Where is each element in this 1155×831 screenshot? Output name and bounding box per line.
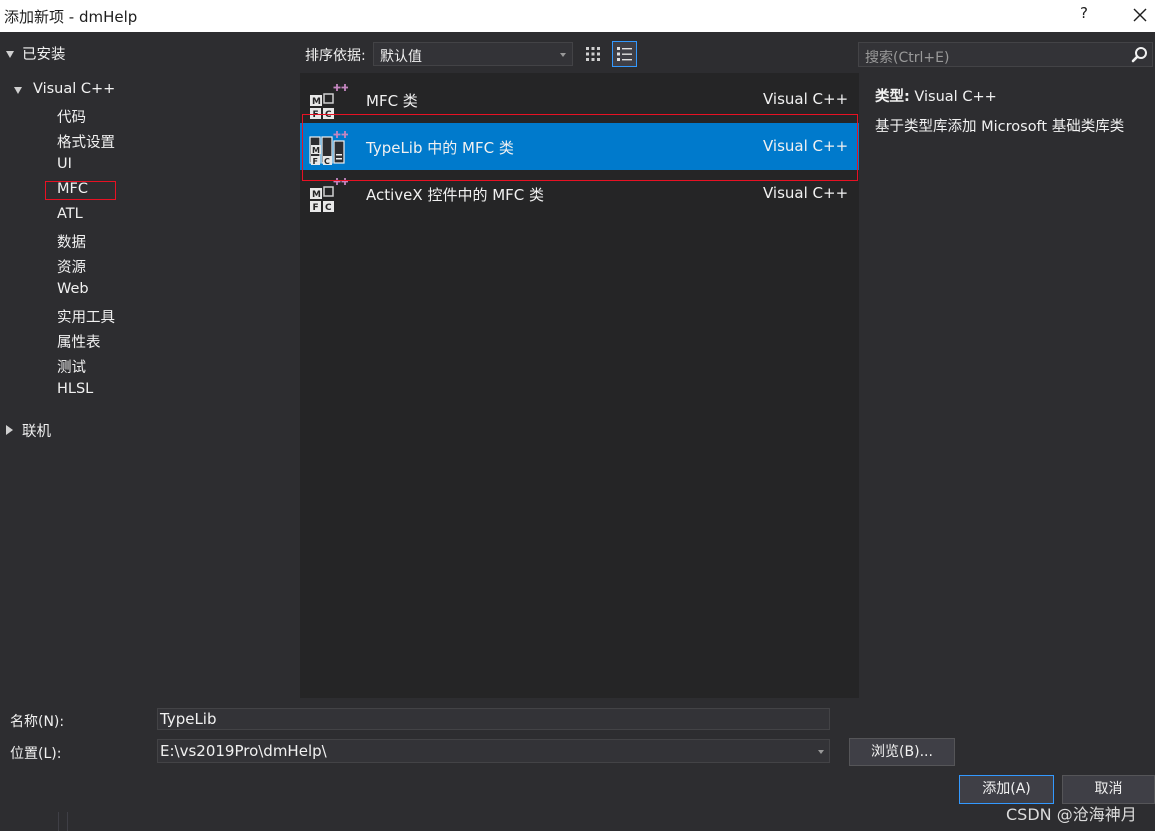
name-label: 名称(N): [10,714,65,730]
tree-installed-label: 已安装 [22,47,66,63]
annotation-box-selected-template [302,114,858,181]
tree-item-test[interactable]: 测试 [57,356,86,378]
tree-item-web[interactable]: Web [57,281,89,303]
tree-item-atl[interactable]: ATL [57,206,83,228]
info-description: 基于类型库添加 Microsoft 基础类库类 [875,119,1125,135]
search-input[interactable]: 搜索(Ctrl+E) [858,42,1153,67]
close-icon [1133,8,1147,22]
info-type: 类型: Visual C++ [875,85,997,106]
grid-view-button[interactable] [582,42,604,66]
annotation-box-mfc [45,181,116,200]
name-field[interactable]: TypeLib [157,708,830,730]
splitter-grip[interactable] [58,812,68,831]
tree-item-data[interactable]: 数据 [57,231,86,253]
browse-button[interactable]: 浏览(B)... [849,738,955,766]
watermark: CSDN @沧海神月 [1006,805,1137,824]
svg-text:M: M [312,190,321,200]
location-field-value: E:\vs2019Pro\dmHelp\ [160,742,327,760]
svg-text:C: C [325,203,332,213]
search-icon[interactable] [1131,46,1149,64]
tree-item-formatting[interactable]: 格式设置 [57,131,115,153]
tree-item-hlsl[interactable]: HLSL [57,381,93,403]
chevron-down-icon[interactable] [818,750,824,754]
expand-right-icon [6,425,13,435]
grid-view-icon [586,47,600,61]
tree-node-installed[interactable]: 已安装 [4,45,204,65]
svg-text:F: F [313,203,319,213]
expand-down-icon [6,51,14,58]
name-field-value: TypeLib [160,710,217,728]
cancel-button[interactable]: 取消 [1062,775,1155,804]
template-language: Visual C++ [763,184,849,202]
template-language: Visual C++ [763,90,849,108]
tree-item-utility[interactable]: 实用工具 [57,306,115,328]
tree-node-visual-cpp[interactable]: Visual C++ [12,81,212,103]
info-type-value: Visual C++ [914,89,997,105]
tree-online-label: 联机 [22,424,51,440]
location-combobox[interactable]: E:\vs2019Pro\dmHelp\ [157,739,830,763]
template-name: MFC 类 [366,92,418,110]
template-name: ActiveX 控件中的 MFC 类 [366,186,545,204]
info-type-label: 类型: [875,89,910,105]
add-button[interactable]: 添加(A) [959,775,1054,804]
expand-down-icon [14,87,22,94]
list-view-icon [617,47,632,61]
tree-node-online[interactable]: 联机 [4,420,204,440]
tree-item-ui[interactable]: UI [57,156,72,178]
window-title: 添加新项 - dmHelp [4,8,138,26]
tree-item-code[interactable]: 代码 [57,106,86,128]
tree-item-property-sheets[interactable]: 属性表 [57,331,101,353]
svg-text:M: M [312,97,321,107]
search-placeholder: 搜索(Ctrl+E) [865,50,950,66]
tree-visual-cpp-label: Visual C++ [33,81,116,97]
sort-dropdown[interactable]: 默认值 [373,42,573,66]
sort-value: 默认值 [380,49,422,65]
chevron-down-icon [560,53,566,57]
sort-label: 排序依据: [305,48,366,64]
location-label: 位置(L): [10,746,62,762]
list-view-button[interactable] [612,41,637,67]
activex-mfc-template-icon: M F C [310,178,348,213]
tree-item-resources[interactable]: 资源 [57,256,86,278]
title-bar: 添加新项 - dmHelp ? [0,0,1155,32]
help-button[interactable]: ? [1074,4,1094,26]
close-button[interactable] [1126,2,1154,28]
